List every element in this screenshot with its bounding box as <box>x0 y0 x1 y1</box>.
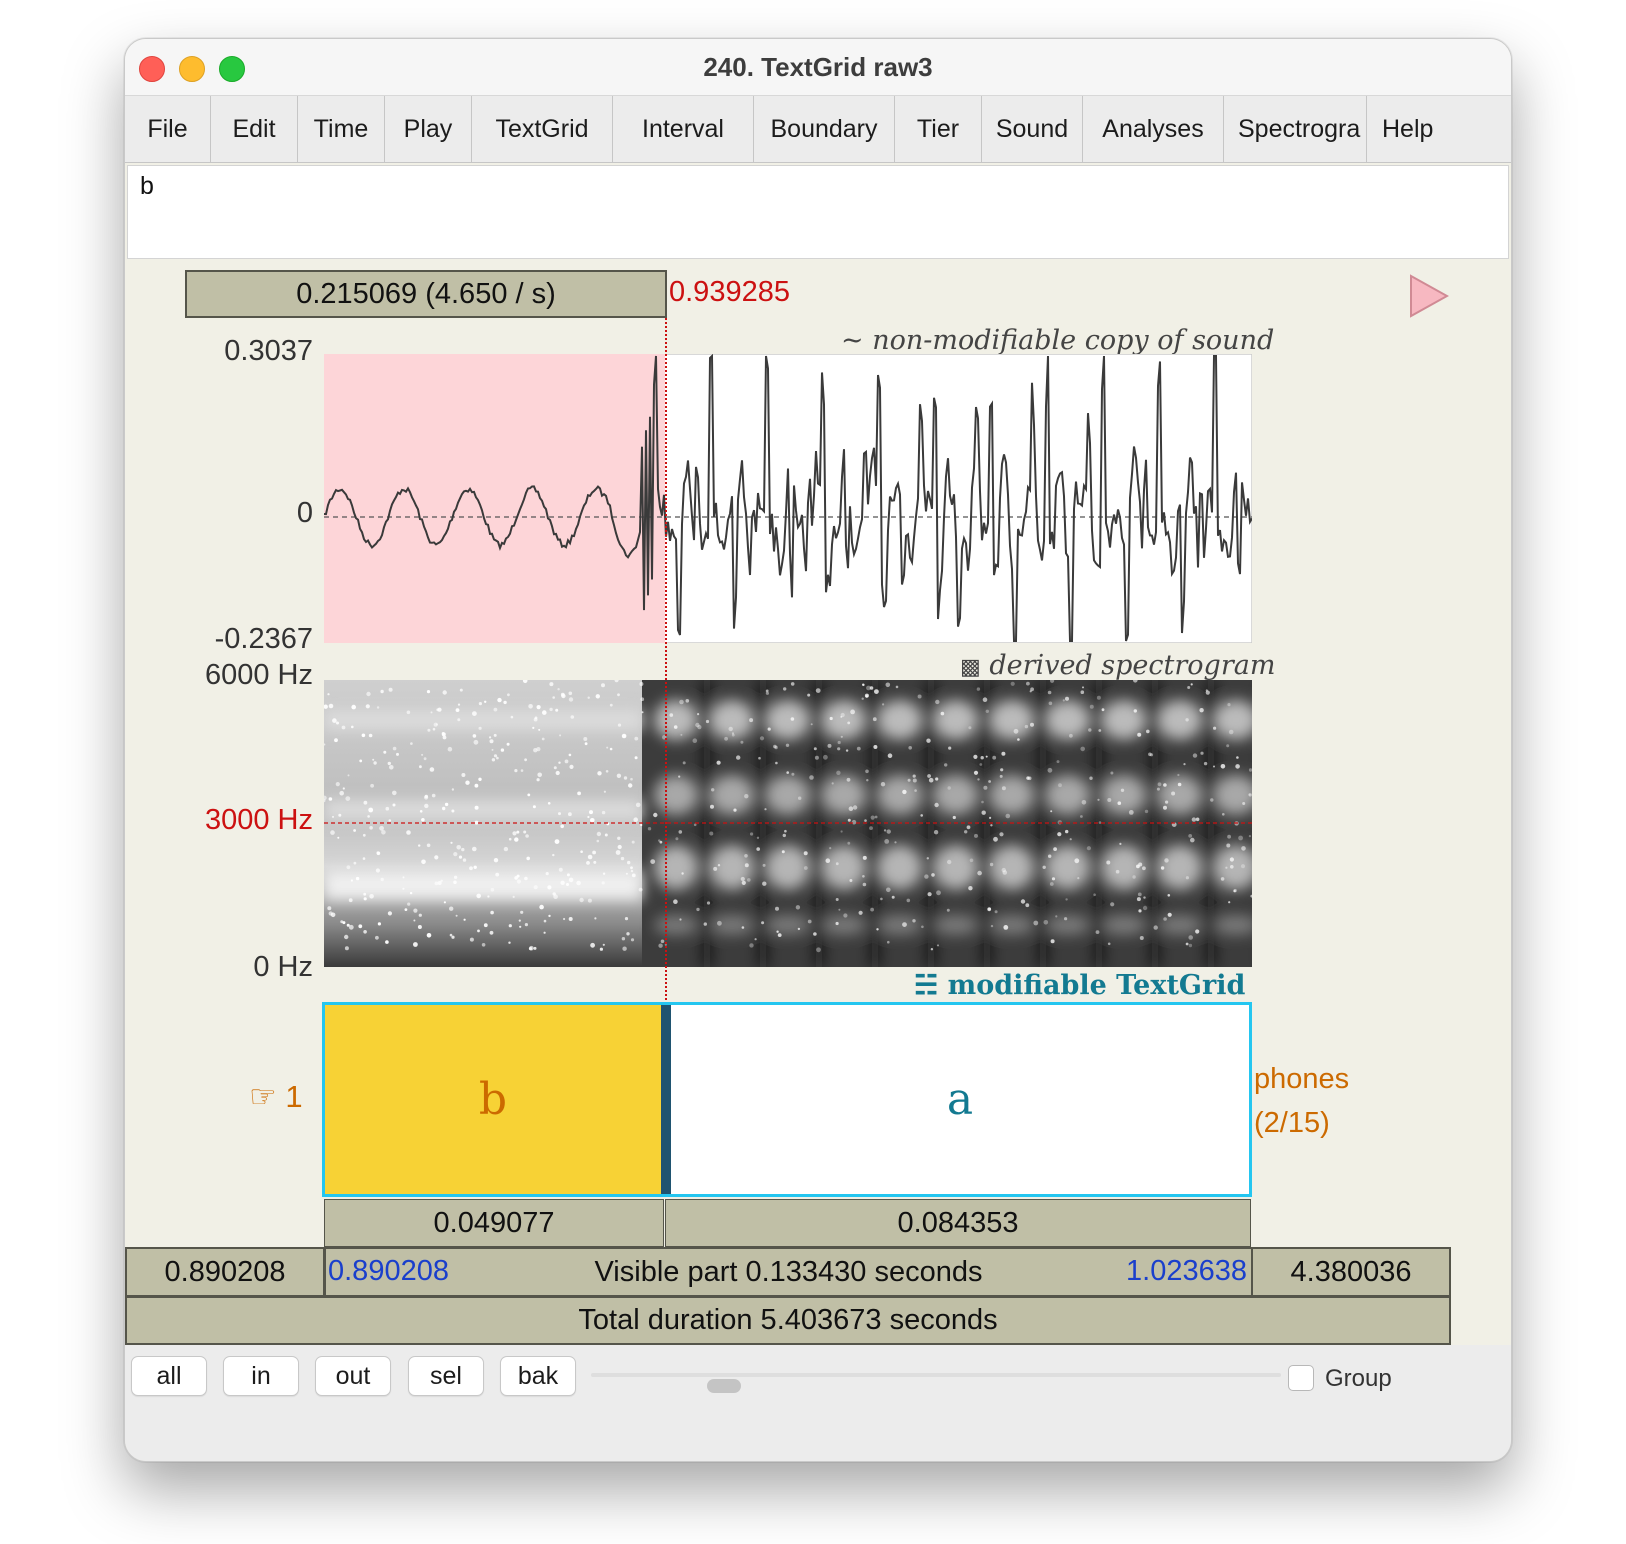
zoom-selection-button[interactable]: sel <box>408 1356 484 1396</box>
play-triangle-icon[interactable] <box>1409 274 1449 318</box>
sound-y-max: 0.3037 <box>224 335 313 367</box>
zoom-all-button[interactable]: all <box>131 1356 207 1396</box>
tier-number-label[interactable]: ☞ 1 <box>249 1079 303 1115</box>
sound-caption-icon: ~ <box>841 325 864 356</box>
menu-spectrogram[interactable]: Spectrogra <box>1224 96 1367 162</box>
zoom-back-button[interactable]: bak <box>500 1356 576 1396</box>
spectrogram-f-cursor: 3000 Hz <box>204 804 313 836</box>
waveform-selection-area <box>324 354 665 643</box>
textgrid-caption: ☵ modifiable TextGrid <box>914 970 1246 1001</box>
menu-interval[interactable]: Interval <box>613 96 754 162</box>
group-label: Group <box>1325 1365 1392 1392</box>
total-duration-box[interactable]: Total duration 5.403673 seconds <box>125 1296 1451 1345</box>
interval-b-duration[interactable]: 0.049077 <box>324 1199 664 1247</box>
sound-y-zero: 0 <box>296 497 313 529</box>
menu-bar: File Edit Time Play TextGrid Interval Bo… <box>125 96 1511 163</box>
tier-count: (2/15) <box>1254 1107 1330 1139</box>
visible-part-text: Visible part 0.133430 seconds <box>594 1255 983 1288</box>
interval-text-field[interactable]: b <box>127 165 1509 259</box>
zoom-out-button[interactable]: out <box>315 1356 391 1396</box>
spectrogram-caption: ▩ derived spectrogram <box>960 650 1276 681</box>
menu-help[interactable]: Help <box>1368 96 1511 162</box>
menu-textgrid[interactable]: TextGrid <box>472 96 613 162</box>
textgrid-caption-icon: ☵ <box>914 970 939 1001</box>
menu-file[interactable]: File <box>125 96 211 162</box>
interval-boundary[interactable] <box>661 1005 671 1194</box>
menu-boundary[interactable]: Boundary <box>754 96 895 162</box>
spectrogram-f-max: 6000 Hz <box>204 659 313 691</box>
title-bar: 240. TextGrid raw3 <box>125 39 1511 96</box>
interval-a-duration[interactable]: 0.084353 <box>665 1199 1251 1247</box>
spectrogram-f-min: 0 Hz <box>253 951 313 983</box>
right-hidden-time[interactable]: 4.380036 <box>1251 1247 1451 1297</box>
window-title: 240. TextGrid raw3 <box>703 52 933 82</box>
spectrogram-panel[interactable] <box>324 680 1252 967</box>
textgrid-editor-window: 240. TextGrid raw3 File Edit Time Play T… <box>124 38 1512 1462</box>
left-hidden-time[interactable]: 0.890208 <box>125 1247 325 1297</box>
waveform-panel[interactable] <box>324 354 1252 643</box>
menu-analyses[interactable]: Analyses <box>1083 96 1224 162</box>
cursor-time-label: 0.939285 <box>669 276 790 308</box>
time-cursor-line <box>665 318 667 1004</box>
group-checkbox[interactable] <box>1288 1365 1314 1391</box>
interval-a[interactable]: a <box>671 1005 1249 1194</box>
spectrogram-caption-icon: ▩ <box>960 655 981 680</box>
menu-edit[interactable]: Edit <box>211 96 298 162</box>
menu-time[interactable]: Time <box>298 96 385 162</box>
tier-pointer-icon: ☞ <box>249 1079 277 1114</box>
sound-caption: ~ non-modifiable copy of sound <box>841 325 1275 356</box>
interval-text-value: b <box>140 172 154 200</box>
interval-b[interactable]: b <box>325 1005 661 1194</box>
horizontal-scrollbar-track[interactable] <box>591 1373 1281 1377</box>
visible-part-box[interactable]: Visible part 0.133430 seconds 0.890208 1… <box>324 1247 1253 1297</box>
menu-play[interactable]: Play <box>385 96 472 162</box>
selection-duration-box[interactable]: 0.215069 (4.650 / s) <box>185 270 667 318</box>
visible-start-time: 0.890208 <box>328 1255 449 1287</box>
menu-sound[interactable]: Sound <box>982 96 1083 162</box>
menu-tier[interactable]: Tier <box>895 96 982 162</box>
sound-y-min: -0.2367 <box>214 623 313 655</box>
tier-phones[interactable]: b a <box>322 1002 1252 1197</box>
horizontal-scrollbar-thumb[interactable] <box>707 1379 741 1393</box>
tier-name: phones (2/15) <box>1254 1057 1349 1145</box>
visible-end-time: 1.023638 <box>1126 1255 1247 1287</box>
zoom-in-button[interactable]: in <box>223 1356 299 1396</box>
